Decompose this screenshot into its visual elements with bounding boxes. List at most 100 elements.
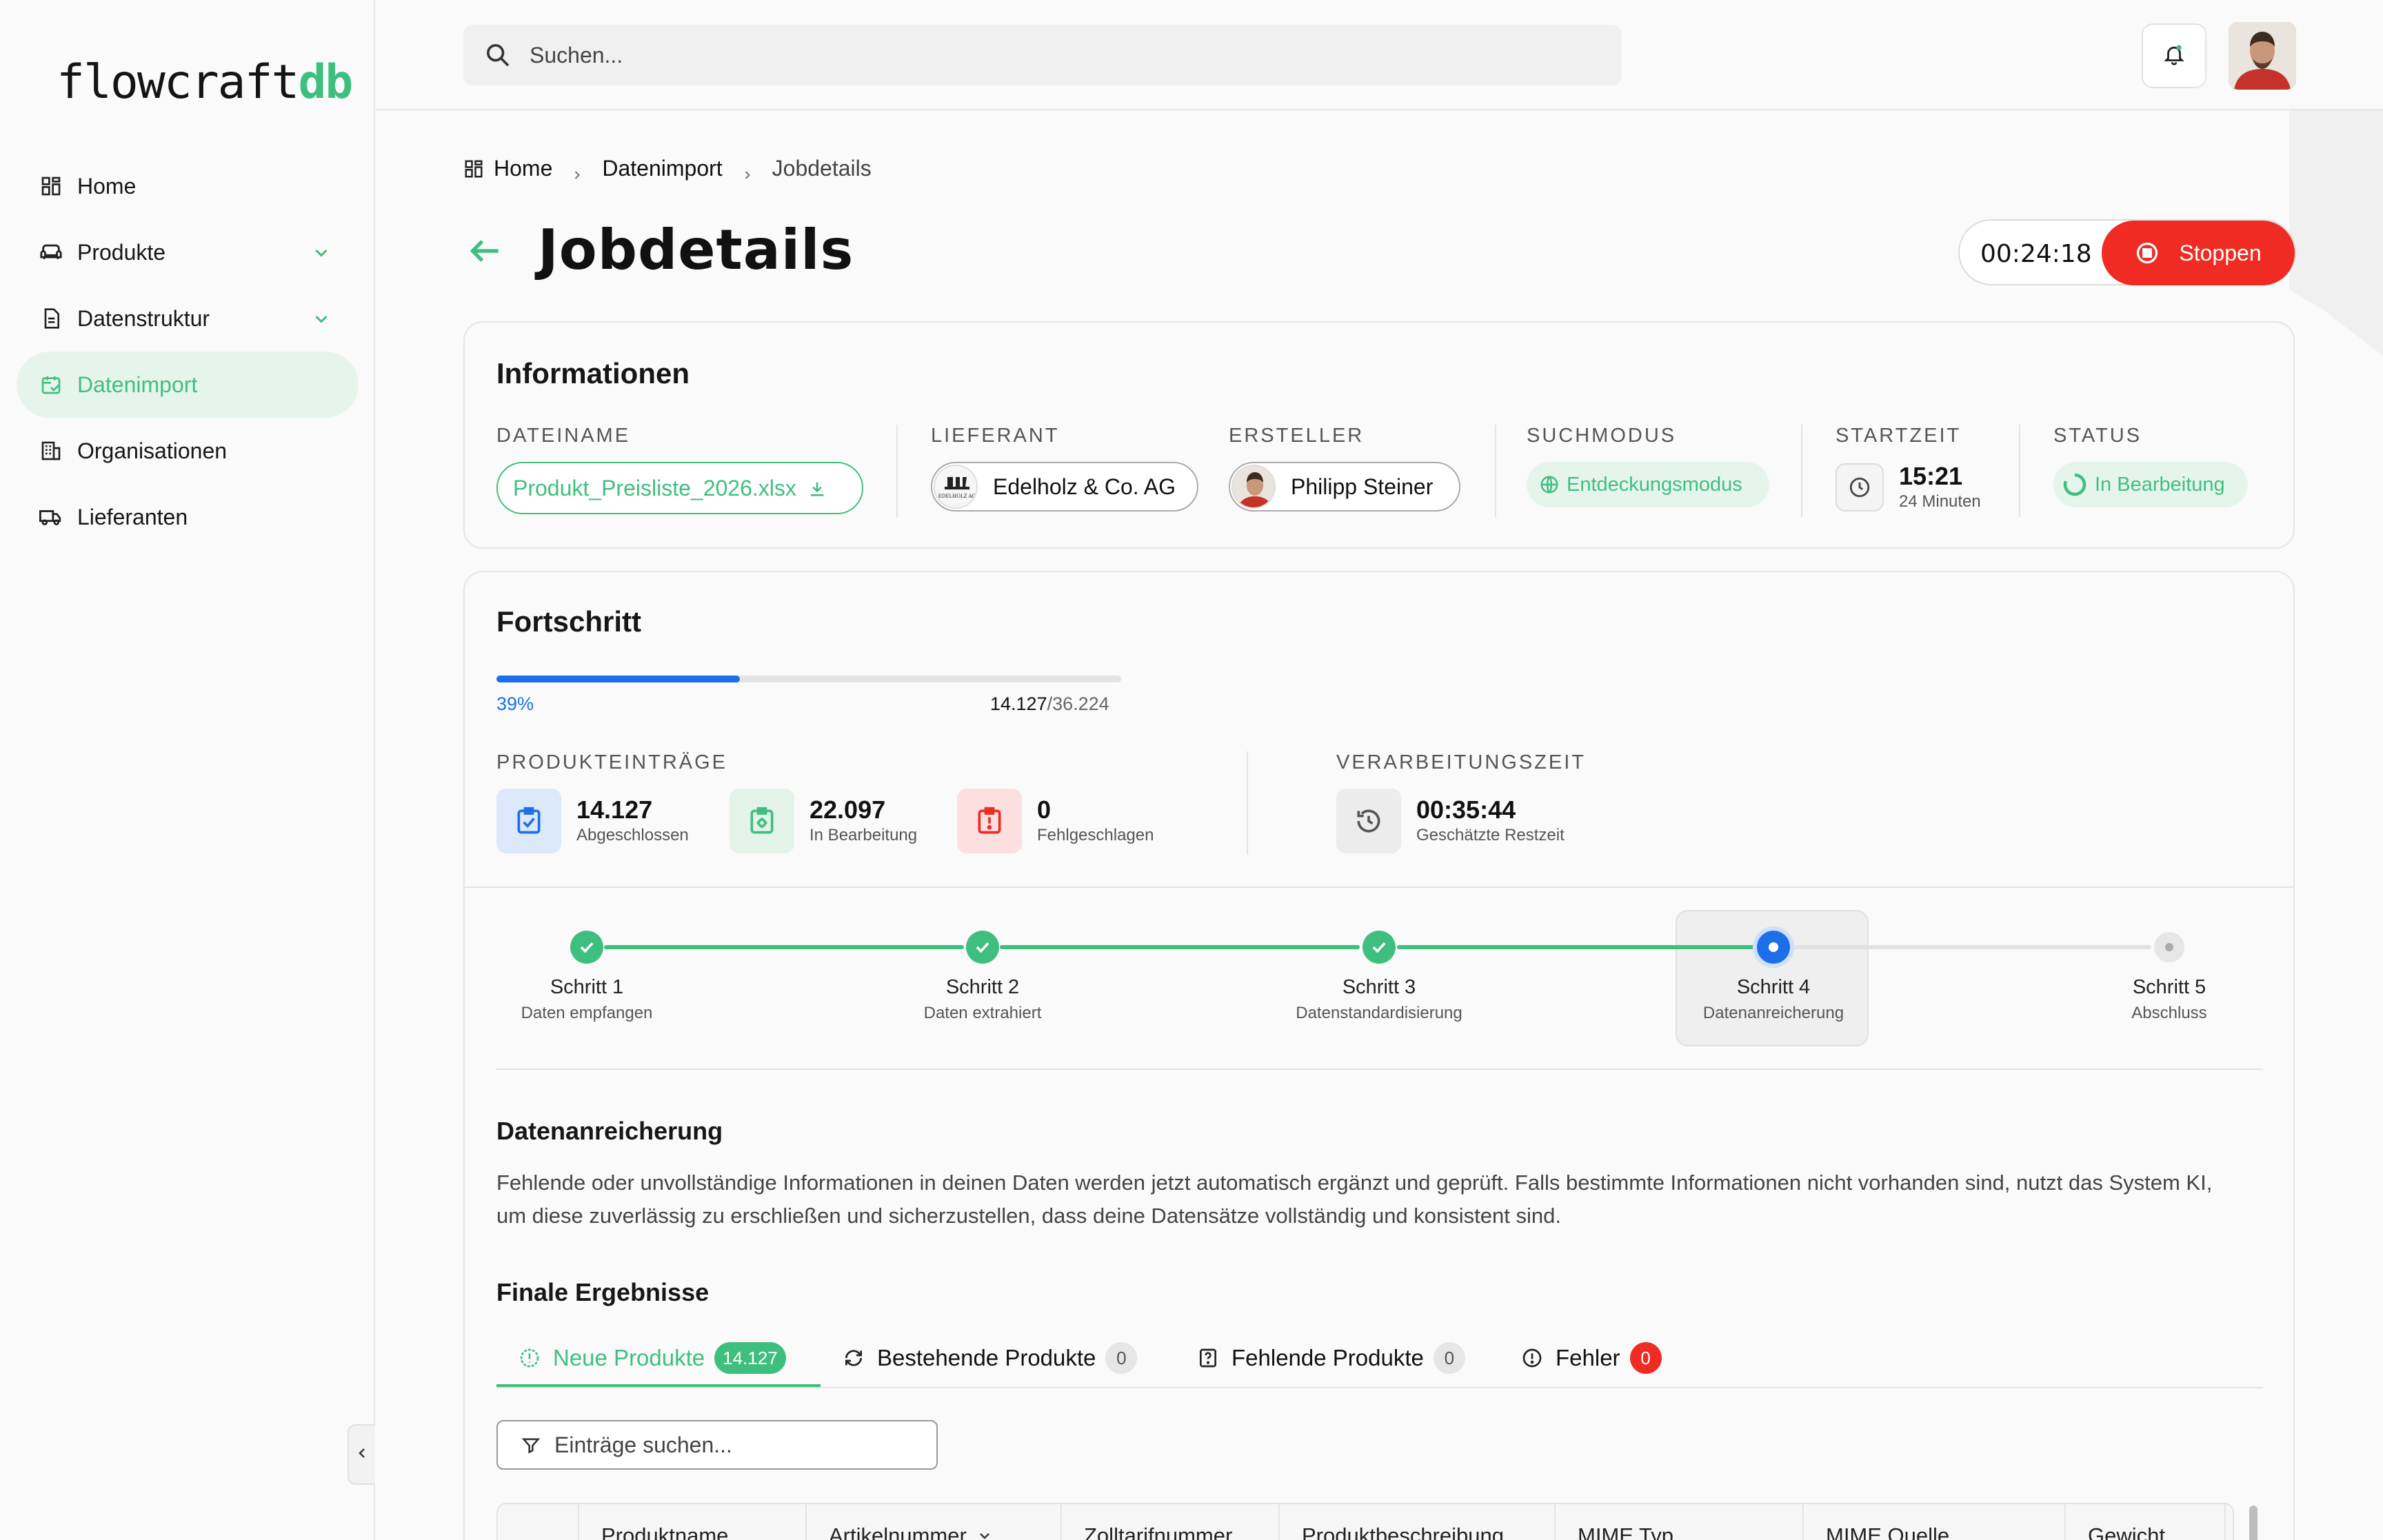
global-search[interactable] (463, 25, 1622, 85)
sidebar-item-organisationen[interactable]: Organisationen (17, 418, 359, 484)
step-connector (1791, 945, 2151, 949)
document-icon (39, 306, 63, 331)
step-connector (1397, 945, 1757, 949)
tab-label: Fehler (1556, 1345, 1620, 1370)
collapse-sidebar-button[interactable] (348, 1424, 375, 1485)
info-circle-icon (519, 1347, 541, 1369)
remaining-time-icon (1336, 789, 1401, 853)
logo-text: flowcraft (57, 55, 299, 110)
column-mime-quelle[interactable]: MIME Quelle (1826, 1523, 1949, 1540)
sidebar-item-label: Lieferanten (77, 504, 188, 529)
app-logo[interactable]: flowcraftdb (57, 55, 353, 110)
mode-value: Entdeckungsmodus (1567, 473, 1742, 496)
sidebar-item-datenstruktur[interactable]: Datenstruktur (17, 285, 359, 352)
mode-label: SUCHMODUS (1527, 425, 1677, 447)
completed-label: Abgeschlossen (576, 826, 689, 844)
sidebar-item-home[interactable]: Home (17, 153, 359, 219)
step-4-title: Schritt 4 (1736, 976, 1811, 998)
tab-label: Fehlende Produkte (1231, 1345, 1424, 1370)
step-2-check-icon (966, 931, 999, 964)
step-2-sub: Daten extrahiert (923, 1004, 1042, 1022)
creator-pill[interactable]: Philipp Steiner (1229, 462, 1460, 511)
column-artikelnummer[interactable]: Artikelnummer (829, 1523, 993, 1540)
clipboard-alert-icon (974, 806, 1005, 836)
notifications-button[interactable] (2142, 23, 2206, 88)
column-zolltarifnummer[interactable]: Zolltarifnummer (1084, 1523, 1232, 1540)
progress-bar (496, 676, 1121, 682)
processing-label: In Bearbeitung (810, 826, 918, 844)
truck-icon (39, 505, 63, 529)
divider (465, 886, 2293, 888)
grid-icon (39, 174, 63, 199)
column-gewicht[interactable]: Gewicht (2088, 1523, 2165, 1540)
supplier-pill[interactable]: EDELHOLZ AG Edelholz & Co. AG (931, 462, 1198, 511)
user-avatar[interactable] (2229, 22, 2296, 90)
chevron-right-icon (741, 162, 754, 179)
chevron-down-icon[interactable] (309, 240, 334, 265)
creator-name: Philipp Steiner (1291, 474, 1434, 499)
chevron-down-icon (976, 1525, 993, 1540)
breadcrumb: Home Datenimport Jobdetails (463, 156, 872, 181)
column-separator (2064, 1504, 2066, 1540)
sidebar: flowcraftdb Home Produkte Datenstruktur (0, 0, 375, 1540)
filter-input[interactable] (554, 1432, 927, 1458)
progress-total: /36.224 (1047, 693, 1109, 714)
file-name: Produkt_Preisliste_2026.xlsx (513, 475, 796, 500)
chevron-down-icon[interactable] (309, 306, 334, 331)
enrichment-text: Fehlende oder unvollständige Information… (496, 1171, 2213, 1228)
progress-title: Fortschritt (496, 605, 641, 638)
table-scrollbar[interactable] (2249, 1506, 2258, 1540)
tab-new-products[interactable]: Neue Produkte 14.127 (519, 1337, 786, 1379)
stop-circle-icon (2135, 241, 2160, 265)
progress-bar-fill (496, 676, 741, 682)
mode-badge: Entdeckungsmodus (1527, 462, 1769, 507)
sidebar-item-produkte[interactable]: Produkte (17, 219, 359, 285)
sidebar-item-datenimport[interactable]: Datenimport (17, 352, 359, 418)
sidebar-item-lieferanten[interactable]: Lieferanten (17, 484, 359, 550)
calendar-import-icon (39, 372, 63, 397)
entries-filter[interactable] (496, 1420, 938, 1470)
breadcrumb-datenimport[interactable]: Datenimport (602, 156, 722, 181)
enrichment-title: Datenanreicherung (496, 1117, 723, 1145)
column-separator (2224, 1504, 2226, 1540)
step-3-title: Schritt 3 (1342, 976, 1416, 998)
breadcrumb-home[interactable]: Home (494, 156, 552, 181)
column-mime-typ[interactable]: MIME Typ (1578, 1523, 1673, 1540)
sofa-icon (39, 240, 63, 265)
supplier-label: LIEFERANT (931, 425, 1060, 447)
divider (1247, 751, 1248, 855)
step-connector (604, 945, 964, 949)
supplier-logo: EDELHOLZ AG (934, 465, 978, 509)
tab-count: 14.127 (714, 1342, 786, 1374)
tab-label: Neue Produkte (553, 1345, 705, 1370)
page-title: Jobdetails (538, 218, 854, 282)
tab-existing-products[interactable]: Bestehende Produkte 0 (843, 1337, 1138, 1379)
column-produktbeschreibung[interactable]: Produktbeschreibung (1302, 1523, 1504, 1540)
history-icon (1354, 806, 1384, 836)
sidebar-item-label: Produkte (77, 239, 166, 265)
start-time: 15:21 (1899, 462, 1963, 490)
clock-icon-box (1836, 463, 1884, 511)
progress-done: 14.127 (990, 693, 1047, 714)
clipboard-gear-icon (747, 806, 777, 836)
back-button[interactable] (466, 232, 505, 270)
results-table-header: Produktname Artikelnummer Zolltarifnumme… (496, 1503, 2234, 1540)
spinner-icon (2060, 470, 2089, 499)
status-label: STATUS (2053, 425, 2142, 447)
supplier-name: Edelholz & Co. AG (993, 474, 1176, 499)
processing-value: 22.097 (810, 796, 886, 824)
bell-icon (2162, 43, 2186, 70)
creator-avatar (1231, 465, 1276, 509)
file-download-pill[interactable]: Produkt_Preisliste_2026.xlsx (496, 462, 863, 514)
column-separator (1802, 1504, 1804, 1540)
stop-button[interactable]: Stoppen (2102, 221, 2295, 285)
sidebar-nav: Home Produkte Datenstruktur Datenimport … (17, 153, 359, 550)
tab-missing-products[interactable]: Fehlende Produkte 0 (1197, 1337, 1465, 1379)
svg-text:EDELHOLZ AG: EDELHOLZ AG (938, 494, 976, 499)
step-5-pending-dot (2154, 932, 2184, 962)
start-ago: 24 Minuten (1899, 492, 1981, 511)
search-input[interactable] (530, 42, 1564, 68)
divider (2019, 425, 2020, 517)
tab-errors[interactable]: Fehler 0 (1521, 1337, 1662, 1379)
column-produktname[interactable]: Produktname (601, 1523, 728, 1540)
